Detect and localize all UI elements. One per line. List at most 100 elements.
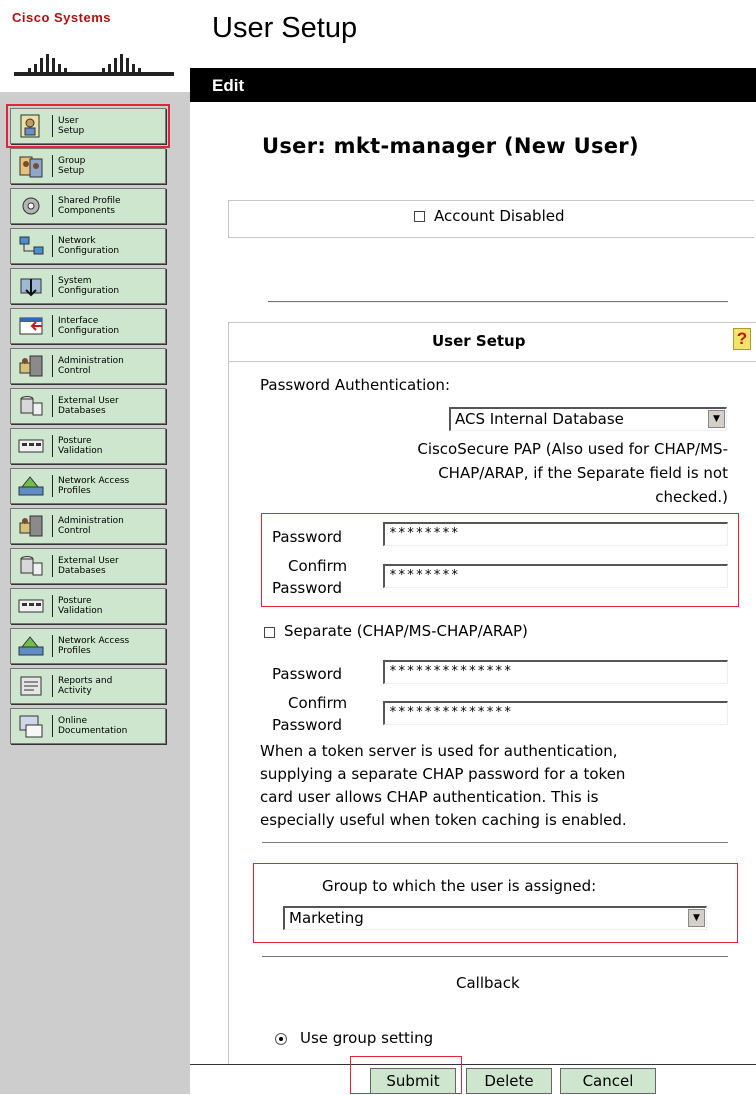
sidebar-item-posture-validation[interactable]: Posture Validation: [10, 428, 166, 464]
highlight-box: [253, 863, 738, 943]
sidebar-item-external-user-databases[interactable]: External User Databases: [10, 388, 166, 424]
user-setup-header-label: User Setup: [432, 332, 526, 350]
separator: [52, 275, 53, 297]
sidebar-item-network-access-profiles[interactable]: Network Access Profiles: [10, 628, 166, 664]
sidebar-item-network-access-profiles[interactable]: Network Access Profiles: [10, 468, 166, 504]
pap-note-line-2: CHAP/ARAP, if the Separate field is not: [438, 464, 728, 482]
pap-confirm-input[interactable]: ********: [383, 564, 728, 588]
sidebar-item-group-setup[interactable]: Group Setup: [10, 148, 166, 184]
sidebar-item-label: Shared Profile Components: [58, 196, 121, 216]
sidebar-item-reports-and-activity[interactable]: Reports and Activity: [10, 668, 166, 704]
token-note-line-1: When a token server is used for authenti…: [260, 742, 618, 760]
account-disabled-label: Account Disabled: [434, 207, 565, 225]
password-auth-label: Password Authentication:: [260, 376, 450, 394]
group-select[interactable]: Marketing ▼: [283, 906, 707, 930]
submit-button[interactable]: Submit: [370, 1068, 456, 1094]
separator: [52, 395, 53, 417]
use-group-setting-radio[interactable]: [275, 1033, 287, 1045]
sidebar-item-posture-validation[interactable]: Posture Validation: [10, 588, 166, 624]
separate-label: Separate (CHAP/MS-CHAP/ARAP): [284, 622, 528, 640]
pap-confirm-label-2: Password: [272, 579, 343, 597]
dropdown-arrow-icon[interactable]: ▼: [708, 410, 725, 428]
pap-password-input[interactable]: ********: [383, 522, 728, 546]
reports-icon: [20, 676, 42, 696]
administration-icon: [19, 515, 43, 537]
database-icon: [20, 396, 43, 416]
auth-database-select[interactable]: ACS Internal Database ▼: [449, 407, 727, 431]
callback-label: Callback: [456, 974, 520, 992]
separator: [52, 635, 53, 657]
sidebar: User Setup Group Setup Shared Profile Comp…: [0, 92, 190, 1094]
group-value: Marketing: [289, 909, 364, 927]
sidebar-item-online-documentation[interactable]: Online Documentation: [10, 708, 166, 744]
sidebar-item-administration-control[interactable]: Administration Control: [10, 508, 166, 544]
system-config-icon: [20, 278, 42, 297]
chap-confirm-label-2: Password: [272, 716, 343, 734]
sidebar-item-label: Administration Control: [58, 516, 124, 536]
separator: [52, 435, 53, 457]
sidebar-item-shared-profile-components[interactable]: Shared Profile Components: [10, 188, 166, 224]
use-group-setting-label: Use group setting: [300, 1029, 434, 1047]
separator: [52, 715, 53, 737]
user-setup-icon: [20, 114, 40, 138]
documentation-icon: [19, 715, 43, 738]
sidebar-item-label: Posture Validation: [58, 436, 103, 456]
token-note-line-4: especially useful when token caching is …: [260, 811, 627, 829]
network-config-icon: [19, 236, 44, 255]
separator: [52, 475, 53, 497]
sidebar-item-label: Administration Control: [58, 356, 124, 376]
delete-button[interactable]: Delete: [466, 1068, 552, 1094]
dropdown-arrow-icon[interactable]: ▼: [688, 909, 705, 927]
separator: [52, 515, 53, 537]
cisco-bridge-logo-icon: [14, 54, 174, 76]
network-access-icon: [18, 636, 44, 656]
group-label: Group to which the user is assigned:: [322, 877, 597, 895]
divider: [262, 842, 728, 843]
database-icon: [20, 556, 43, 576]
separator: [52, 675, 53, 697]
sidebar-item-label: Online Documentation: [58, 716, 128, 736]
pap-password-label: Password: [272, 528, 343, 546]
sidebar-item-system-configuration[interactable]: System Configuration: [10, 268, 166, 304]
separator: [52, 555, 53, 577]
pap-note-line-1: CiscoSecure PAP (Also used for CHAP/MS-: [417, 440, 728, 458]
token-note-line-2: supplying a separate CHAP password for a…: [260, 765, 626, 783]
separator: [52, 595, 53, 617]
account-disabled-checkbox[interactable]: [414, 211, 425, 222]
sidebar-item-interface-configuration[interactable]: Interface Configuration: [10, 308, 166, 344]
sidebar-item-label: Network Access Profiles: [58, 476, 130, 496]
pap-note-line-3: checked.): [655, 488, 728, 506]
separator: [52, 115, 53, 137]
edit-bar: Edit: [190, 68, 756, 102]
help-icon[interactable]: ?: [733, 328, 751, 350]
auth-database-value: ACS Internal Database: [455, 410, 624, 428]
separator: [52, 235, 53, 257]
cisco-logo: Cisco Systems: [0, 0, 190, 90]
sidebar-item-administration-control[interactable]: Administration Control: [10, 348, 166, 384]
shared-profile-icon: [22, 197, 40, 215]
sidebar-item-label: System Configuration: [58, 276, 120, 296]
network-access-icon: [18, 476, 44, 496]
chap-password-input[interactable]: **************: [383, 660, 728, 684]
sidebar-item-label: Group Setup: [58, 156, 86, 176]
sidebar-item-label: Posture Validation: [58, 596, 103, 616]
group-setup-icon: [19, 156, 43, 178]
chap-confirm-input[interactable]: **************: [383, 701, 728, 725]
sidebar-item-external-user-databases[interactable]: External User Databases: [10, 548, 166, 584]
chap-password-label: Password: [272, 665, 343, 683]
separate-checkbox[interactable]: [264, 627, 275, 638]
sidebar-item-user-setup[interactable]: User Setup: [6, 104, 170, 148]
sidebar-item-label: User Setup: [58, 116, 85, 136]
sidebar-item-label: External User Databases: [58, 396, 119, 416]
page-title: User Setup: [212, 12, 358, 44]
sidebar-item-label: Interface Configuration: [58, 316, 120, 336]
sidebar-item-label: Network Access Profiles: [58, 636, 130, 656]
pap-confirm-label-1: Confirm: [288, 557, 348, 575]
posture-icon: [18, 439, 44, 453]
sidebar-item-label: External User Databases: [58, 556, 119, 576]
sidebar-item-network-configuration[interactable]: Network Configuration: [10, 228, 166, 264]
cancel-button[interactable]: Cancel: [560, 1068, 656, 1094]
edit-label: Edit: [212, 76, 245, 95]
separator: [52, 315, 53, 337]
divider: [262, 956, 728, 957]
